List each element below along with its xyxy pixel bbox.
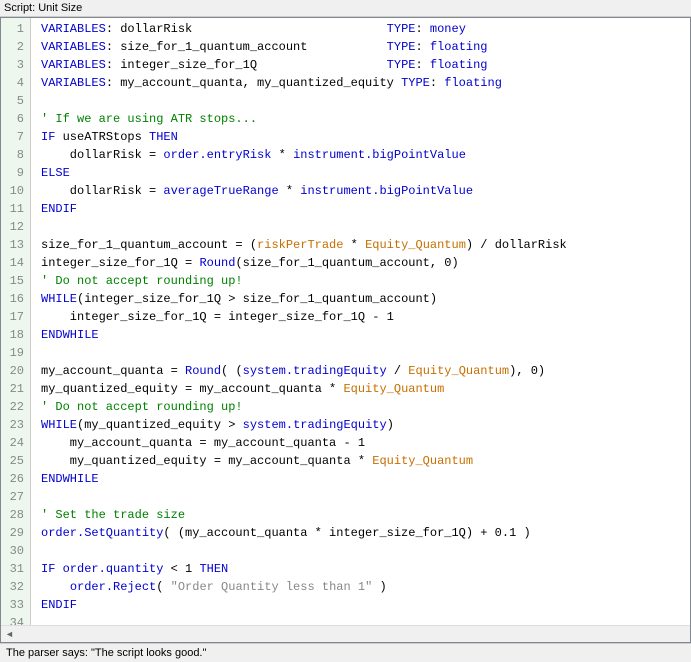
line-number: 19	[5, 344, 24, 362]
line-number: 16	[5, 290, 24, 308]
code-line[interactable]: order.Reject( "Order Quantity less than …	[41, 578, 567, 596]
line-number: 15	[5, 272, 24, 290]
code-line[interactable]: VARIABLES: size_for_1_quantum_account TY…	[41, 38, 567, 56]
code-line[interactable]: integer_size_for_1Q = integer_size_for_1…	[41, 308, 567, 326]
line-number: 2	[5, 38, 24, 56]
code-line[interactable]	[41, 92, 567, 110]
line-number: 31	[5, 560, 24, 578]
code-line[interactable]: ' Do not accept rounding up!	[41, 398, 567, 416]
code-line[interactable]: WHILE(my_quantized_equity > system.tradi…	[41, 416, 567, 434]
line-number: 11	[5, 200, 24, 218]
scroll-left-icon[interactable]: ◄	[1, 626, 18, 643]
line-number: 4	[5, 74, 24, 92]
line-number: 30	[5, 542, 24, 560]
code-line[interactable]: IF order.quantity < 1 THEN	[41, 560, 567, 578]
code-line[interactable]: VARIABLES: dollarRisk TYPE: money	[41, 20, 567, 38]
line-number: 10	[5, 182, 24, 200]
line-number: 20	[5, 362, 24, 380]
code-line[interactable]: size_for_1_quantum_account = (riskPerTra…	[41, 236, 567, 254]
line-number: 34	[5, 614, 24, 625]
code-line[interactable]: ENDIF	[41, 596, 567, 614]
code-line[interactable]: ELSE	[41, 164, 567, 182]
line-number: 29	[5, 524, 24, 542]
code-line[interactable]: my_quantized_equity = my_account_quanta …	[41, 380, 567, 398]
code-line[interactable]: WHILE(integer_size_for_1Q > size_for_1_q…	[41, 290, 567, 308]
code-line[interactable]	[41, 542, 567, 560]
line-number: 9	[5, 164, 24, 182]
code-line[interactable]: ' If we are using ATR stops...	[41, 110, 567, 128]
line-number: 5	[5, 92, 24, 110]
line-number: 3	[5, 56, 24, 74]
status-bar: The parser says: "The script looks good.…	[0, 643, 691, 662]
code-line[interactable]: dollarRisk = averageTrueRange * instrume…	[41, 182, 567, 200]
code-line[interactable]: ' Do not accept rounding up!	[41, 272, 567, 290]
code-line[interactable]	[41, 488, 567, 506]
code-editor[interactable]: 1234567891011121314151617181920212223242…	[1, 18, 690, 625]
code-line[interactable]: ' Set the trade size	[41, 506, 567, 524]
line-number: 27	[5, 488, 24, 506]
line-number: 33	[5, 596, 24, 614]
line-number: 28	[5, 506, 24, 524]
code-line[interactable]: my_account_quanta = Round( (system.tradi…	[41, 362, 567, 380]
code-line[interactable]: my_quantized_equity = my_account_quanta …	[41, 452, 567, 470]
line-number: 25	[5, 452, 24, 470]
code-line[interactable]: dollarRisk = order.entryRisk * instrumen…	[41, 146, 567, 164]
code-line[interactable]: VARIABLES: my_account_quanta, my_quantiz…	[41, 74, 567, 92]
code-line[interactable]: VARIABLES: integer_size_for_1Q TYPE: flo…	[41, 56, 567, 74]
editor-frame: 1234567891011121314151617181920212223242…	[0, 17, 691, 643]
line-number: 24	[5, 434, 24, 452]
line-number: 23	[5, 416, 24, 434]
line-number: 26	[5, 470, 24, 488]
line-number: 14	[5, 254, 24, 272]
code-line[interactable]: my_account_quanta = my_account_quanta - …	[41, 434, 567, 452]
line-number: 32	[5, 578, 24, 596]
line-number: 12	[5, 218, 24, 236]
code-line[interactable]: ENDWHILE	[41, 326, 567, 344]
line-number: 7	[5, 128, 24, 146]
line-number: 22	[5, 398, 24, 416]
line-number: 1	[5, 20, 24, 38]
code-line[interactable]	[41, 344, 567, 362]
code-line[interactable]: ENDWHILE	[41, 470, 567, 488]
window-title: Script: Unit Size	[0, 0, 691, 17]
code-line[interactable]	[41, 218, 567, 236]
code-line[interactable]: IF useATRStops THEN	[41, 128, 567, 146]
horizontal-scrollbar[interactable]: ◄	[1, 625, 690, 642]
line-gutter: 1234567891011121314151617181920212223242…	[1, 18, 31, 625]
line-number: 21	[5, 380, 24, 398]
line-number: 18	[5, 326, 24, 344]
code-area[interactable]: VARIABLES: dollarRisk TYPE: moneyVARIABL…	[31, 18, 567, 625]
code-line[interactable]: order.SetQuantity( (my_account_quanta * …	[41, 524, 567, 542]
line-number: 17	[5, 308, 24, 326]
code-line[interactable]: integer_size_for_1Q = Round(size_for_1_q…	[41, 254, 567, 272]
line-number: 6	[5, 110, 24, 128]
code-line[interactable]	[41, 614, 567, 625]
code-line[interactable]: ENDIF	[41, 200, 567, 218]
line-number: 8	[5, 146, 24, 164]
line-number: 13	[5, 236, 24, 254]
